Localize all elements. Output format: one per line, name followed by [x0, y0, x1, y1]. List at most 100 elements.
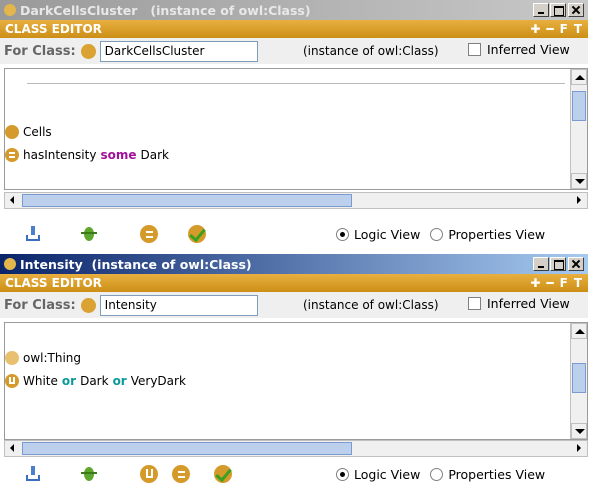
- view-selector: Logic View Properties View: [336, 467, 555, 482]
- scroll-right-button[interactable]: [571, 441, 587, 456]
- scroll-down-button[interactable]: [571, 423, 587, 439]
- scroll-thumb[interactable]: [572, 363, 586, 393]
- divider: [27, 83, 565, 84]
- add-superclass-icon[interactable]: [24, 225, 42, 243]
- list-item[interactable]: owl:Thing: [5, 351, 81, 365]
- window-controls: [532, 3, 584, 17]
- horizontal-scrollbar[interactable]: [4, 192, 588, 209]
- properties-view-label[interactable]: Properties View: [448, 227, 545, 242]
- properties-view-radio[interactable]: [430, 228, 444, 241]
- window-titlebar[interactable]: Intensity (instance of owl:Class): [0, 254, 588, 274]
- t-icon[interactable]: T: [574, 22, 582, 36]
- vertical-scrollbar[interactable]: [570, 69, 587, 189]
- for-class-row: For Class: (instance of owl:Class) Infer…: [0, 38, 588, 64]
- class-icon: [4, 258, 16, 270]
- properties-view-label[interactable]: Properties View: [448, 467, 545, 482]
- class-editor-window-intensity: Intensity (instance of owl:Class) CLASS …: [0, 254, 588, 490]
- f-icon[interactable]: F: [560, 276, 568, 290]
- equivalent-class-icon: [5, 148, 19, 162]
- scroll-thumb[interactable]: [572, 91, 586, 121]
- scroll-left-button[interactable]: [5, 441, 21, 456]
- minimize-button[interactable]: [533, 3, 549, 17]
- union-member: Dark: [80, 374, 109, 388]
- union-class-icon[interactable]: [140, 465, 158, 483]
- class-icon: [5, 125, 19, 139]
- for-class-label: For Class:: [4, 43, 76, 59]
- logic-view-radio[interactable]: [336, 468, 349, 481]
- scroll-thumb[interactable]: [22, 194, 352, 207]
- maximize-button[interactable]: [550, 3, 566, 17]
- class-editor-window-darkcellscluster: DarkCellsCluster (instance of owl:Class)…: [0, 0, 588, 250]
- scroll-thumb[interactable]: [22, 442, 352, 455]
- scroll-up-button[interactable]: [571, 69, 587, 85]
- for-class-label: For Class:: [4, 297, 76, 313]
- class-editor-label: CLASS EDITOR: [5, 276, 102, 290]
- window-title: DarkCellsCluster (instance of owl:Class): [20, 2, 311, 18]
- union-class-icon: [5, 374, 19, 388]
- t-icon[interactable]: T: [574, 276, 582, 290]
- union-member: VeryDark: [130, 374, 186, 388]
- inferred-view-toggle[interactable]: Inferred View: [468, 296, 570, 311]
- add-superclass-icon[interactable]: [24, 465, 42, 483]
- union-member: White: [23, 374, 58, 388]
- check-consistency-icon[interactable]: [80, 225, 98, 243]
- logic-view-radio[interactable]: [336, 228, 349, 241]
- maximize-button[interactable]: [550, 257, 566, 271]
- scroll-left-button[interactable]: [5, 193, 21, 208]
- class-icon: [5, 351, 19, 365]
- class-description-panel[interactable]: owl:Thing White or Dark or VeryDark: [4, 322, 588, 440]
- properties-view-radio[interactable]: [430, 468, 444, 481]
- minimize-button[interactable]: [533, 257, 549, 271]
- keyword-some: some: [100, 148, 137, 162]
- minus-icon[interactable]: ━: [546, 22, 553, 36]
- check-consistency-icon[interactable]: [80, 465, 98, 483]
- plus-icon[interactable]: ✚: [530, 22, 540, 36]
- instance-of-text: (instance of owl:Class): [303, 298, 439, 312]
- scroll-right-button[interactable]: [571, 193, 587, 208]
- editor-toolbar: Logic View Properties View: [0, 461, 588, 487]
- class-name-field[interactable]: [99, 40, 258, 62]
- inferred-view-label: Inferred View: [487, 296, 570, 311]
- scroll-up-button[interactable]: [571, 323, 587, 339]
- keyword-or: or: [61, 374, 77, 388]
- f-icon[interactable]: F: [560, 22, 568, 36]
- keyword-or: or: [112, 374, 127, 388]
- close-button[interactable]: [568, 257, 584, 271]
- class-description-panel[interactable]: Cells hasIntensity some Dark: [4, 68, 588, 190]
- plus-icon[interactable]: ✚: [530, 276, 540, 290]
- minus-icon[interactable]: ━: [546, 276, 553, 290]
- list-item[interactable]: hasIntensity some Dark: [5, 148, 169, 162]
- class-icon: [80, 297, 96, 313]
- classify-icon[interactable]: [214, 465, 232, 483]
- instance-of-text: (instance of owl:Class): [303, 44, 439, 58]
- logic-view-label[interactable]: Logic View: [354, 227, 420, 242]
- editor-tools: ✚ ━ F T: [530, 276, 582, 290]
- class-editor-label: CLASS EDITOR: [5, 22, 102, 36]
- logic-view-label[interactable]: Logic View: [354, 467, 420, 482]
- superclass-name: Cells: [23, 125, 52, 139]
- inferred-view-toggle[interactable]: Inferred View: [468, 42, 570, 57]
- inferred-view-checkbox[interactable]: [468, 43, 481, 56]
- window-title: Intensity (instance of owl:Class): [20, 256, 252, 272]
- equivalent-class-icon[interactable]: [140, 225, 158, 243]
- vertical-scrollbar[interactable]: [570, 323, 587, 439]
- scroll-down-button[interactable]: [571, 173, 587, 189]
- close-button[interactable]: [568, 3, 584, 17]
- list-item[interactable]: Cells: [5, 125, 52, 139]
- editor-tools: ✚ ━ F T: [530, 22, 582, 36]
- classify-icon[interactable]: [188, 225, 206, 243]
- class-name-field[interactable]: [99, 294, 258, 316]
- equivalent-class-icon[interactable]: [172, 465, 190, 483]
- window-titlebar[interactable]: DarkCellsCluster (instance of owl:Class): [0, 0, 588, 20]
- class-editor-header: CLASS EDITOR ✚ ━ F T: [0, 274, 588, 292]
- superclass-name: owl:Thing: [23, 351, 82, 365]
- editor-toolbar: Logic View Properties View: [0, 221, 588, 247]
- horizontal-scrollbar[interactable]: [4, 440, 588, 457]
- view-selector: Logic View Properties View: [336, 227, 555, 242]
- list-item[interactable]: White or Dark or VeryDark: [5, 374, 186, 388]
- class-icon: [80, 43, 96, 59]
- window-controls: [532, 257, 584, 271]
- inferred-view-checkbox[interactable]: [468, 297, 481, 310]
- inferred-view-label: Inferred View: [487, 42, 570, 57]
- filler-class: Dark: [140, 148, 169, 162]
